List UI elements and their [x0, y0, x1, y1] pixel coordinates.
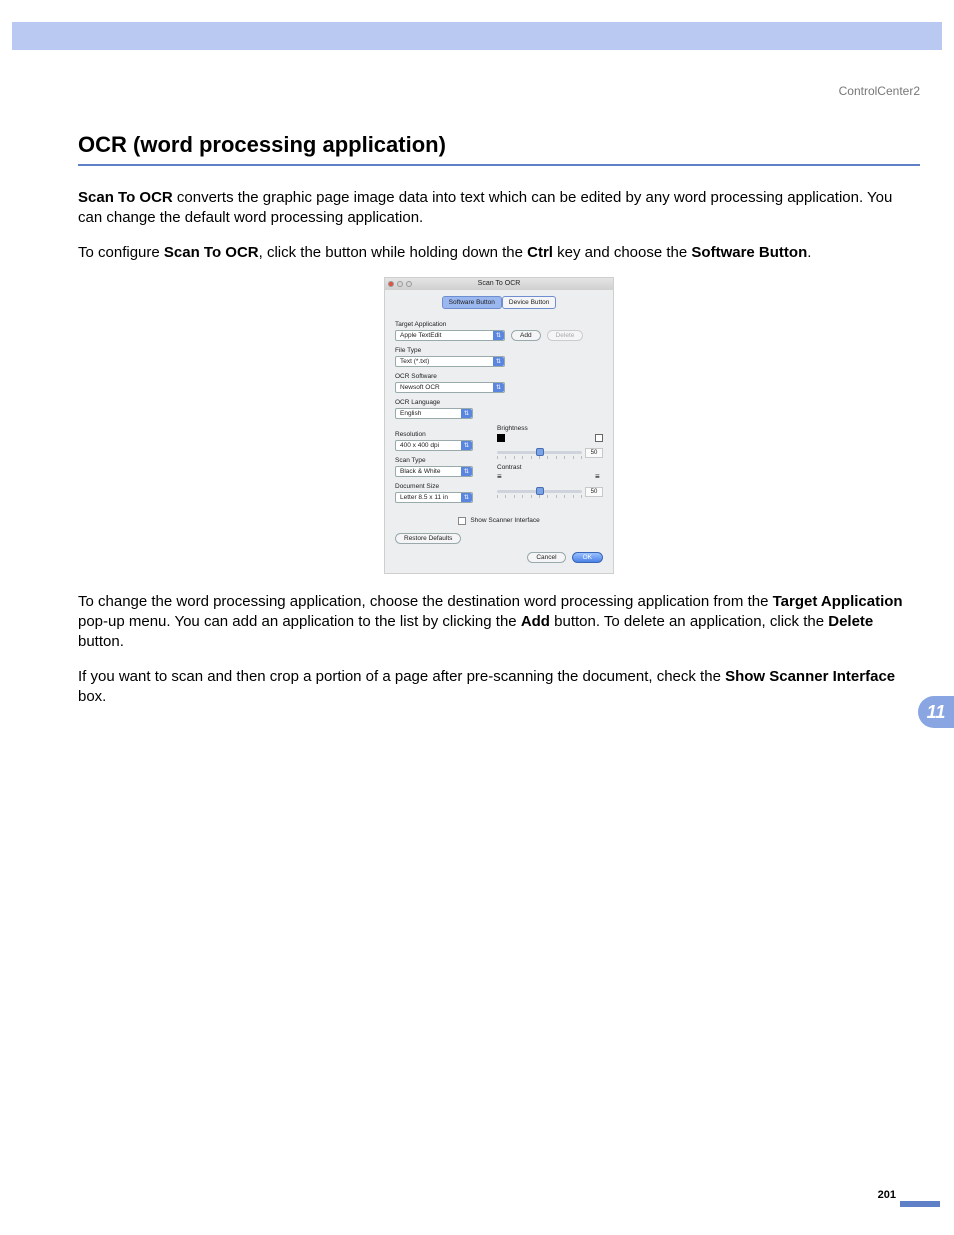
text: button. To delete an application, click …: [550, 613, 828, 630]
bold-delete: Delete: [828, 613, 873, 630]
contrast-slider[interactable]: [497, 490, 582, 493]
dialog-tabs: Software Button Device Button: [385, 290, 613, 309]
brightness-slider[interactable]: [497, 451, 582, 454]
select-value: Letter 8.5 x 11 in: [396, 494, 461, 501]
chapter-tab: 11: [918, 696, 954, 728]
select-value: Newsoft OCR: [396, 384, 493, 391]
bold-add: Add: [521, 613, 550, 630]
chevron-updown-icon: ⇅: [493, 331, 504, 340]
label-resolution: Resolution: [395, 431, 477, 438]
text: , click the button while holding down th…: [259, 244, 528, 261]
chevron-updown-icon: ⇅: [461, 493, 472, 502]
label-ocr-language: OCR Language: [395, 399, 603, 406]
dialog-titlebar: Scan To OCR: [385, 278, 613, 290]
chevron-updown-icon: ⇅: [493, 357, 504, 366]
select-target-application[interactable]: Apple TextEdit ⇅: [395, 330, 505, 341]
select-value: Apple TextEdit: [396, 332, 493, 339]
bold-target-application: Target Application: [773, 593, 903, 610]
add-button[interactable]: Add: [511, 330, 541, 341]
label-scan-type: Scan Type: [395, 457, 477, 464]
label-show-scanner-interface: Show Scanner Interface: [470, 517, 539, 524]
top-band: [12, 22, 942, 50]
text: To configure: [78, 244, 164, 261]
paragraph-show-scanner: If you want to scan and then crop a port…: [78, 667, 920, 708]
tab-device-button[interactable]: Device Button: [502, 296, 556, 309]
select-file-type[interactable]: Text (*.txt) ⇅: [395, 356, 505, 367]
brightness-high-icon: [595, 434, 603, 442]
section-heading: OCR (word processing application): [78, 132, 920, 166]
label-document-size: Document Size: [395, 483, 477, 490]
brightness-low-icon: [497, 434, 505, 442]
dialog-title: Scan To OCR: [385, 280, 613, 287]
page-accent-bar: [900, 1201, 940, 1207]
chevron-updown-icon: ⇅: [461, 409, 472, 418]
text: If you want to scan and then crop a port…: [78, 668, 725, 685]
contrast-value: 50: [585, 487, 603, 497]
delete-button[interactable]: Delete: [547, 330, 584, 341]
select-ocr-software[interactable]: Newsoft OCR ⇅: [395, 382, 505, 393]
paragraph-target-app: To change the word processing applicatio…: [78, 592, 920, 653]
text: box.: [78, 688, 106, 705]
text: key and choose the: [553, 244, 691, 261]
text: To change the word processing applicatio…: [78, 593, 773, 610]
label-contrast: Contrast: [497, 464, 603, 471]
select-value: 400 x 400 dpi: [396, 442, 461, 449]
paragraph-intro: Scan To OCR converts the graphic page im…: [78, 188, 920, 229]
contrast-low-icon: [497, 473, 505, 481]
text: button.: [78, 633, 124, 650]
figure-dialog: Scan To OCR Software Button Device Butto…: [78, 277, 920, 574]
restore-defaults-button[interactable]: Restore Defaults: [395, 533, 461, 544]
show-scanner-interface-checkbox[interactable]: [458, 517, 466, 525]
text: converts the graphic page image data int…: [78, 189, 892, 226]
bold-show-scanner-interface: Show Scanner Interface: [725, 668, 895, 685]
chevron-updown-icon: ⇅: [493, 383, 504, 392]
ok-button[interactable]: OK: [572, 552, 603, 563]
select-value: English: [396, 410, 461, 417]
select-value: Black & White: [396, 468, 461, 475]
page-number: 201: [878, 1189, 896, 1201]
page-content: OCR (word processing application) Scan T…: [78, 132, 920, 721]
text: pop-up menu. You can add an application …: [78, 613, 521, 630]
label-brightness: Brightness: [497, 425, 603, 432]
cancel-button[interactable]: Cancel: [527, 552, 565, 563]
paragraph-configure: To configure Scan To OCR, click the butt…: [78, 243, 920, 263]
bold-scan-to-ocr: Scan To OCR: [164, 244, 259, 261]
dialog-body: Target Application Apple TextEdit ⇅ Add …: [385, 309, 613, 573]
slider-thumb[interactable]: [536, 448, 544, 456]
tab-software-button[interactable]: Software Button: [442, 296, 502, 309]
text: .: [807, 244, 811, 261]
select-ocr-language[interactable]: English ⇅: [395, 408, 473, 419]
brightness-value: 50: [585, 448, 603, 458]
header-breadcrumb: ControlCenter2: [839, 84, 920, 98]
select-scan-type[interactable]: Black & White ⇅: [395, 466, 473, 477]
slider-thumb[interactable]: [536, 487, 544, 495]
select-value: Text (*.txt): [396, 358, 493, 365]
select-resolution[interactable]: 400 x 400 dpi ⇅: [395, 440, 473, 451]
scan-to-ocr-dialog: Scan To OCR Software Button Device Butto…: [384, 277, 614, 574]
select-document-size[interactable]: Letter 8.5 x 11 in ⇅: [395, 492, 473, 503]
label-file-type: File Type: [395, 347, 603, 354]
contrast-high-icon: [595, 473, 603, 481]
bold-ctrl: Ctrl: [527, 244, 553, 261]
bold-software-button: Software Button: [691, 244, 807, 261]
chevron-updown-icon: ⇅: [461, 441, 472, 450]
bold-scan-to-ocr: Scan To OCR: [78, 189, 173, 206]
chevron-updown-icon: ⇅: [461, 467, 472, 476]
label-target-application: Target Application: [395, 321, 603, 328]
label-ocr-software: OCR Software: [395, 373, 603, 380]
